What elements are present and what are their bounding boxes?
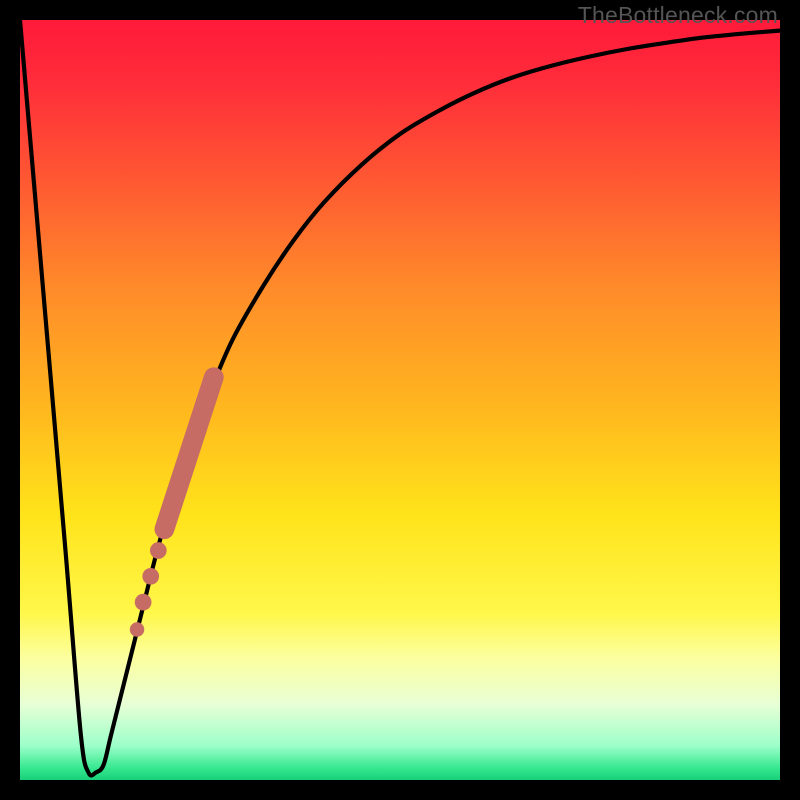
watermark-text: TheBottleneck.com — [578, 2, 778, 29]
plot-area — [20, 20, 780, 780]
background-gradient — [20, 20, 780, 780]
chart-frame: TheBottleneck.com — [0, 0, 800, 800]
